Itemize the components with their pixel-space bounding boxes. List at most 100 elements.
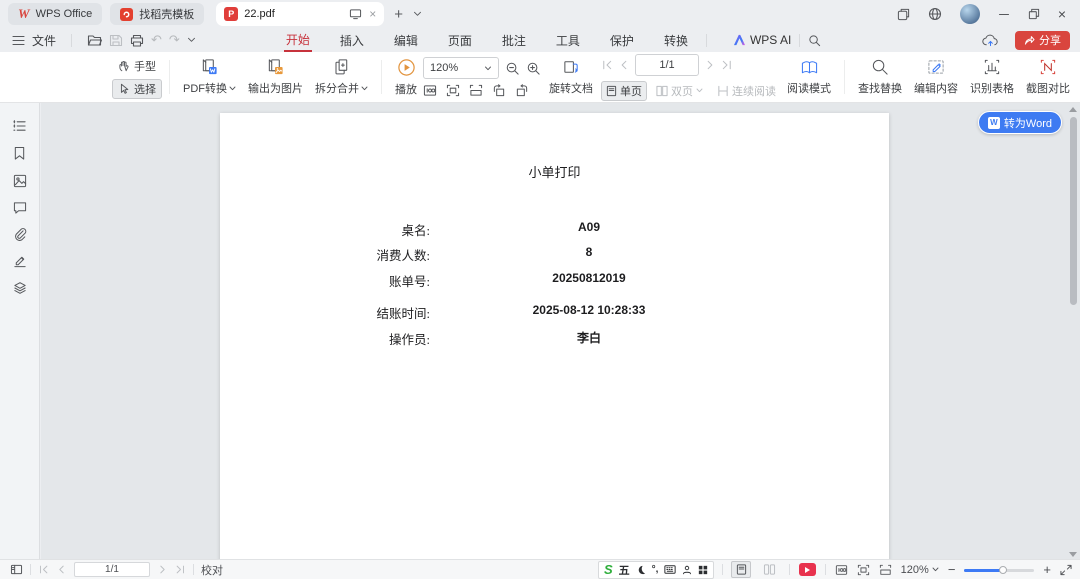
zoom-out-icon[interactable] xyxy=(505,61,520,76)
vertical-scrollbar[interactable] xyxy=(1068,103,1078,561)
export-image-button[interactable]: 输出为图片 xyxy=(242,58,309,96)
view-double-page-button[interactable] xyxy=(759,561,779,578)
select-tool-button[interactable]: 选择 xyxy=(112,79,162,99)
prev-page-icon[interactable] xyxy=(618,59,630,71)
new-tab-button[interactable]: + xyxy=(394,7,403,22)
split-merge-button[interactable]: 拆分合并 xyxy=(309,58,374,96)
signature-panel-icon[interactable] xyxy=(13,254,27,268)
zoom-level-button[interactable]: 120% xyxy=(901,564,939,576)
wps-home-button[interactable]: W WPS Office xyxy=(8,3,102,25)
fit-page-icon[interactable] xyxy=(446,84,460,97)
menu-item-tools[interactable]: 工具 xyxy=(554,29,582,52)
menu-item-annotate[interactable]: 批注 xyxy=(500,29,528,52)
zoom-slider[interactable] xyxy=(964,565,1034,574)
first-page-button[interactable] xyxy=(38,564,49,575)
next-page-icon[interactable] xyxy=(704,59,716,71)
panel-toggle-icon[interactable] xyxy=(10,564,23,575)
tab-close-icon[interactable]: × xyxy=(369,8,376,20)
outline-panel-icon[interactable] xyxy=(12,119,27,133)
edit-content-button[interactable]: 编辑内容 xyxy=(908,58,964,96)
compress-button[interactable]: 压缩 xyxy=(1076,58,1080,96)
fit-width-button[interactable] xyxy=(879,564,892,576)
ime-keyboard-icon[interactable] xyxy=(664,565,676,574)
menu-item-insert[interactable]: 插入 xyxy=(338,29,366,52)
next-page-button[interactable] xyxy=(157,564,168,575)
play-button[interactable]: 播放 xyxy=(389,58,423,97)
menu-item-protect[interactable]: 保护 xyxy=(608,29,636,52)
fit-width-icon[interactable] xyxy=(469,84,483,97)
tab-22pdf[interactable]: P 22.pdf × xyxy=(216,2,384,26)
convert-to-word-button[interactable]: W 转为Word xyxy=(978,111,1062,134)
page-number-input[interactable]: 1/1 xyxy=(635,54,699,76)
hamburger-icon[interactable] xyxy=(12,35,25,46)
layers-panel-icon[interactable] xyxy=(13,281,27,295)
ime-user-icon[interactable] xyxy=(682,565,692,575)
recognize-table-button[interactable]: 识别表格 xyxy=(964,58,1020,96)
close-window-button[interactable]: × xyxy=(1058,6,1066,22)
quick-access-chevron-icon[interactable] xyxy=(187,37,196,43)
view-single-page-button[interactable] xyxy=(731,561,751,578)
tab-docer-templates[interactable]: 找稻壳模板 xyxy=(110,3,204,25)
pdf-page[interactable]: 小单打印 桌名: A09 消费人数: 8 账单号: 20250812019 结账… xyxy=(220,113,889,561)
double-page-button[interactable]: 双页 xyxy=(651,81,708,101)
last-page-button[interactable] xyxy=(175,564,186,575)
ime-halfmoon-icon[interactable] xyxy=(636,565,646,575)
menu-item-convert[interactable]: 转换 xyxy=(662,29,690,52)
fullscreen-button[interactable] xyxy=(1060,564,1072,576)
file-menu[interactable]: 文件 xyxy=(32,32,56,49)
window-layout-icon[interactable] xyxy=(897,8,910,21)
slider-handle[interactable] xyxy=(999,566,1007,574)
menu-item-edit[interactable]: 编辑 xyxy=(392,29,420,52)
share-button[interactable]: 分享 xyxy=(1015,31,1070,50)
ime-mode-label[interactable]: 五 xyxy=(619,562,630,578)
attachment-panel-icon[interactable] xyxy=(13,227,27,241)
open-file-icon[interactable] xyxy=(87,34,102,47)
zoom-out-button[interactable]: − xyxy=(948,563,956,576)
pdf-convert-button[interactable]: PDF转换 xyxy=(177,58,242,96)
cloud-sync-icon[interactable] xyxy=(982,33,999,48)
continuous-read-button[interactable]: 连续阅读 xyxy=(712,81,781,101)
zoom-in-button[interactable]: + xyxy=(1043,563,1051,576)
wps-ai-menu[interactable]: WPS AI xyxy=(733,33,791,47)
ime-toolbox-icon[interactable] xyxy=(698,565,708,575)
scrollbar-thumb[interactable] xyxy=(1070,117,1077,305)
document-area[interactable]: 小单打印 桌名: A09 消费人数: 8 账单号: 20250812019 结账… xyxy=(41,103,1080,561)
ime-bar[interactable]: S 五 °, xyxy=(598,561,714,579)
page-indicator-input[interactable]: 1/1 xyxy=(74,562,150,577)
search-icon[interactable] xyxy=(808,34,821,47)
rotate-left-icon[interactable] xyxy=(492,84,506,97)
tab-list-chevron-icon[interactable] xyxy=(413,11,422,17)
first-page-icon[interactable] xyxy=(601,59,613,71)
menu-item-page[interactable]: 页面 xyxy=(446,29,474,52)
menu-item-home[interactable]: 开始 xyxy=(284,28,312,52)
fit-page-button[interactable] xyxy=(857,564,870,576)
rotate-right-icon[interactable] xyxy=(515,84,529,97)
scroll-down-icon[interactable] xyxy=(1069,552,1077,557)
redo-icon[interactable]: ↷ xyxy=(169,32,180,48)
save-icon[interactable] xyxy=(109,34,123,47)
user-avatar[interactable] xyxy=(960,4,980,24)
actual-size-button[interactable] xyxy=(835,564,848,576)
minimize-button[interactable] xyxy=(998,8,1010,20)
zoom-select[interactable]: 120% xyxy=(423,57,499,79)
actual-size-icon[interactable] xyxy=(423,84,437,97)
bookmark-panel-icon[interactable] xyxy=(13,146,26,161)
zoom-in-icon[interactable] xyxy=(526,61,541,76)
read-mode-button[interactable]: 阅读模式 xyxy=(781,59,837,96)
read-play-button[interactable] xyxy=(799,563,816,576)
screenshot-compare-button[interactable]: 截图对比 xyxy=(1020,58,1076,96)
scroll-up-icon[interactable] xyxy=(1069,107,1077,112)
comment-panel-icon[interactable] xyxy=(13,201,27,214)
globe-icon[interactable] xyxy=(928,7,942,21)
prev-page-button[interactable] xyxy=(56,564,67,575)
ime-punctuation-toggle[interactable]: °, xyxy=(652,564,659,575)
find-replace-button[interactable]: 查找替换 xyxy=(852,58,908,96)
print-icon[interactable] xyxy=(130,34,144,47)
hand-tool-button[interactable]: 手型 xyxy=(112,56,162,76)
screencast-icon[interactable] xyxy=(349,8,362,20)
restore-button[interactable] xyxy=(1028,8,1040,20)
rotate-document-button[interactable]: 旋转文档 xyxy=(541,58,601,96)
single-page-button[interactable]: 单页 xyxy=(601,81,647,101)
proofread-button[interactable]: 校对 xyxy=(201,562,223,578)
image-panel-icon[interactable] xyxy=(13,174,27,188)
